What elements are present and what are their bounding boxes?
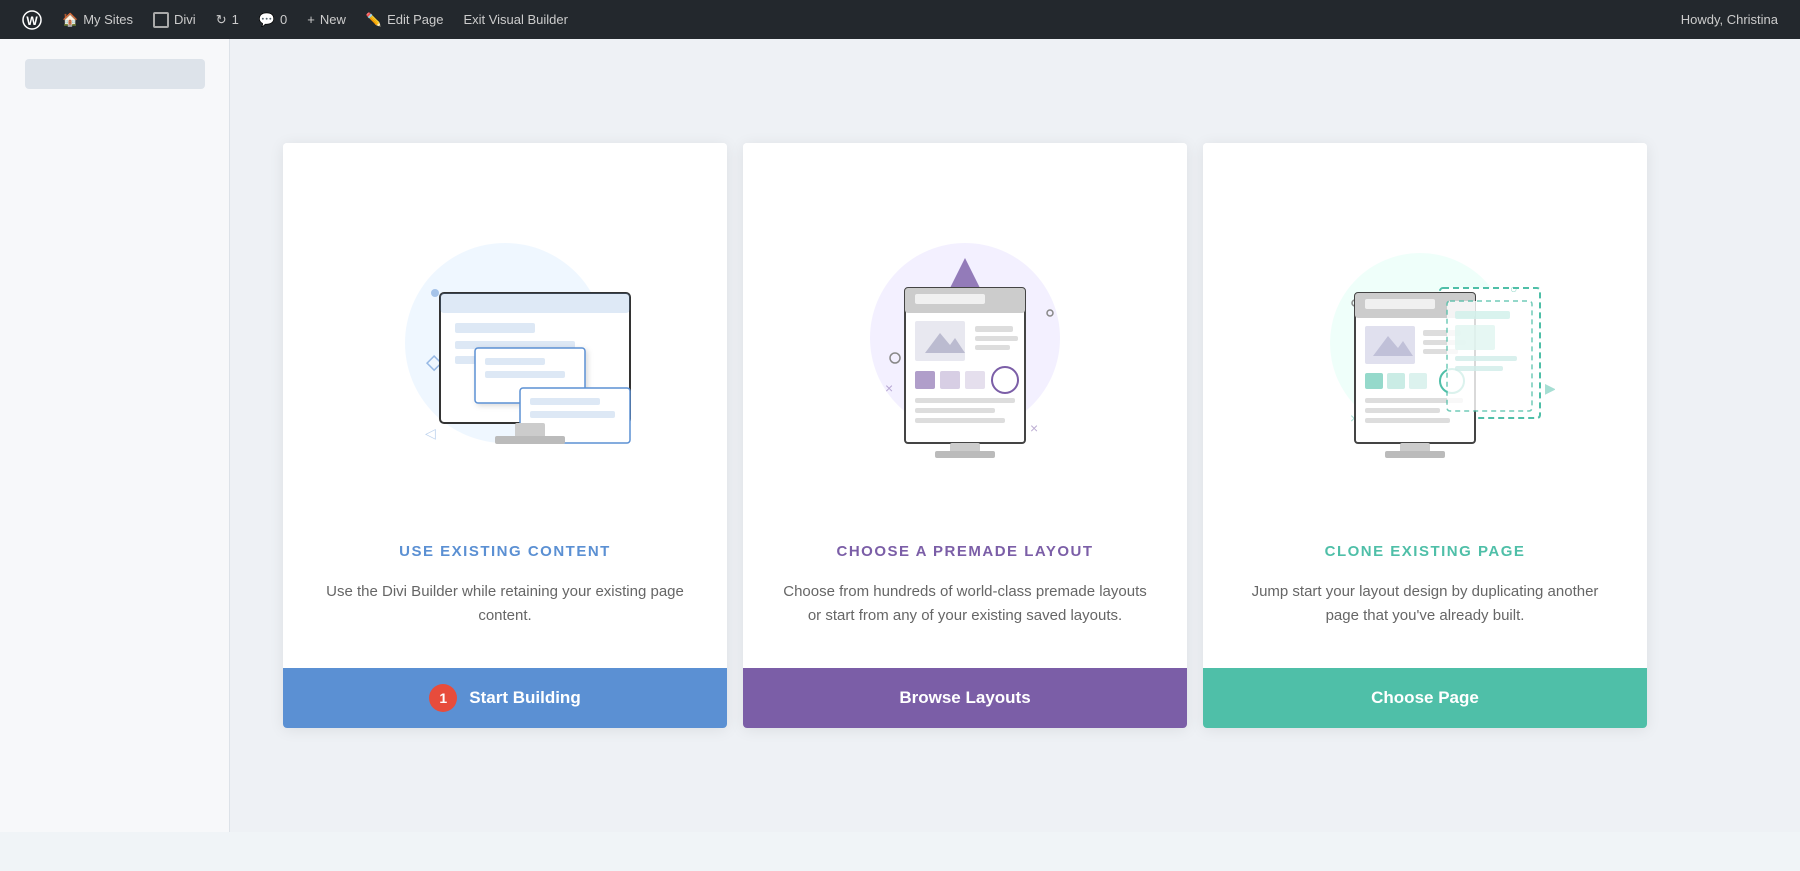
edit-page-menu[interactable]: ✏️ Edit Page [356,0,454,39]
my-sites-menu[interactable]: 🏠 My Sites [52,0,143,39]
svg-text:◁: ◁ [425,425,436,441]
start-building-button[interactable]: 1 Start Building [283,668,727,728]
browse-layouts-label: Browse Layouts [899,688,1030,708]
use-existing-title: USE EXISTING CONTENT [323,543,687,560]
updates-menu[interactable]: ↻ 1 [206,0,249,39]
sidebar [0,39,230,832]
cards-container: ◇ × ◁ [275,143,1655,728]
start-building-badge: 1 [429,684,457,712]
comments-icon: 💬 [259,12,275,28]
my-sites-icon: 🏠 [62,12,78,28]
edit-icon: ✏️ [366,12,382,28]
use-existing-content: USE EXISTING CONTENT Use the Divi Builde… [283,523,727,668]
clone-page-content: CLONE EXISTING PAGE Jump start your layo… [1203,523,1647,668]
browse-layouts-button[interactable]: Browse Layouts [743,668,1187,728]
clone-page-title: CLONE EXISTING PAGE [1243,543,1607,560]
start-building-label: Start Building [469,688,580,708]
svg-text:×: × [885,380,893,396]
premade-layout-content: CHOOSE A PREMADE LAYOUT Choose from hund… [743,523,1187,668]
wordpress-logo[interactable]: W [12,0,52,39]
clone-illustration: ○ × ▶ [1203,143,1647,523]
svg-text:○: ○ [1510,282,1517,296]
howdy-text: Howdy, Christina [1671,12,1788,27]
clone-page-card: ○ × ▶ [1203,143,1647,728]
sidebar-bar [25,59,205,89]
main-content: ◇ × ◁ [0,39,1800,832]
top-nav: W 🏠 My Sites Divi ↻ 1 💬 0 + New ✏️ Edit … [0,0,1800,39]
choose-page-label: Choose Page [1371,688,1479,708]
updates-icon: ↻ [216,12,227,28]
premade-illustration: × × [743,143,1187,523]
choose-page-button[interactable]: Choose Page [1203,668,1647,728]
exit-builder-menu[interactable]: Exit Visual Builder [453,0,578,39]
premade-layout-card: × × [743,143,1187,728]
plus-icon: + [307,12,315,27]
use-existing-illustration: ◇ × ◁ [283,143,727,523]
new-menu[interactable]: + New [297,0,356,39]
divi-icon [153,12,169,28]
use-existing-card: ◇ × ◁ [283,143,727,728]
svg-text:×: × [1030,420,1038,436]
clone-page-desc: Jump start your layout design by duplica… [1243,580,1607,628]
premade-layout-desc: Choose from hundreds of world-class prem… [783,580,1147,628]
premade-layout-title: CHOOSE A PREMADE LAYOUT [783,543,1147,560]
svg-text:W: W [26,14,38,28]
use-existing-desc: Use the Divi Builder while retaining you… [323,580,687,628]
divi-menu[interactable]: Divi [143,0,206,39]
svg-text:▶: ▶ [1545,380,1555,396]
comments-menu[interactable]: 💬 0 [249,0,297,39]
